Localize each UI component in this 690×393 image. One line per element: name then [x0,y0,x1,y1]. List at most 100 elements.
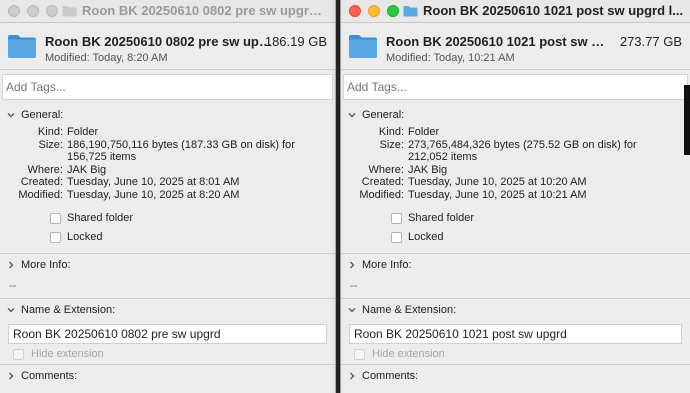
window-controls [349,5,399,17]
tags-input[interactable] [343,74,688,100]
section-title: Name & Extension: [21,304,116,316]
created-label: Created: [361,176,404,188]
close-button[interactable] [8,5,20,17]
section-title: Comments: [362,370,419,382]
section-title: More Info: [21,259,71,271]
chevron-right-icon [9,372,14,380]
locked-label: Locked [408,231,444,243]
info-window-right: Roon BK 20250610 1021 post sw upgrd l...… [340,0,690,393]
created-row: Created: Tuesday, June 10, 2025 at 10:20 … [341,176,690,189]
chevron-down-icon [348,308,356,313]
window-title-text: Roon BK 20250610 0802 pre sw upgrd l... [82,3,329,18]
close-button[interactable] [349,5,361,17]
where-value: JAK Big [67,163,107,176]
titlebar[interactable]: Roon BK 20250610 1021 post sw upgrd l... [341,0,690,23]
section-title: General: [21,109,64,121]
chevron-down-icon [7,308,15,313]
kind-label: Kind: [378,126,404,138]
section-title: More Info: [362,259,412,271]
locked-checkbox-row: Locked [0,228,335,247]
kind-value: Folder [408,126,440,138]
name-extension-section: Name & Extension: Roon BK 20250610 0802 … [0,299,335,364]
chevron-down-icon [7,113,15,118]
modified-label: Modified: [359,188,404,201]
chevron-right-icon [9,261,14,269]
general-section: General: Kind: Folder Size: 186,190,750,11… [0,104,335,253]
name-field[interactable]: Roon BK 20250610 0802 pre sw upgrd [8,324,327,344]
chevron-right-icon [350,261,355,269]
kind-label: Kind: [37,126,63,138]
modified-label: Modified: [18,188,63,201]
more-info-header[interactable]: More Info: [341,254,690,276]
folder-icon [8,35,36,58]
created-value: Tuesday, June 10, 2025 at 10:20 AM [408,176,587,188]
size-items-value: 156,725 items [67,151,137,163]
locked-checkbox[interactable] [50,232,61,243]
hide-extension-label: Hide extension [31,348,104,360]
size-row: Size: 186,190,750,116 bytes (187.33 GB on… [0,139,335,152]
summary-header: Roon BK 20250610 0802 pre sw upg... 186.… [0,23,335,70]
hide-extension-checkbox[interactable] [13,349,24,360]
zoom-button[interactable] [387,5,399,17]
shared-folder-checkbox[interactable] [50,213,61,224]
created-row: Created: Tuesday, June 10, 2025 at 8:01 A… [0,176,335,189]
kind-row: Kind: Folder [341,126,690,139]
size-row-continued: 212,052 items [341,151,690,164]
modified-value: Tuesday, June 10, 2025 at 8:20 AM [67,188,240,201]
created-label: Created: [20,176,63,188]
hide-extension-label: Hide extension [372,348,445,360]
modified-summary: Modified: Today, 8:20 AM [45,52,168,64]
section-title: Comments: [21,370,78,382]
name-extension-section: Name & Extension: Roon BK 20250610 1021 … [341,299,690,364]
name-extension-header[interactable]: Name & Extension: [0,299,335,321]
minimize-button[interactable] [27,5,39,17]
hide-extension-row: Hide extension [341,344,690,364]
name-field[interactable]: Roon BK 20250610 1021 post sw upgrd [349,324,682,344]
where-label: Where: [368,163,404,176]
zoom-button[interactable] [46,5,58,17]
window-controls [8,5,58,17]
name-extension-header[interactable]: Name & Extension: [341,299,690,321]
comments-header[interactable]: Comments: [0,365,335,387]
summary-header: Roon BK 20250610 1021 post sw u... 273.7… [341,23,690,70]
more-info-section: More Info: -- [341,254,690,298]
info-window-left: Roon BK 20250610 0802 pre sw upgrd l... … [0,0,336,393]
kind-value: Folder [67,126,99,138]
window-title: Roon BK 20250610 1021 post sw upgrd l... [403,3,684,18]
shared-folder-checkbox[interactable] [391,213,402,224]
shared-folder-label: Shared folder [67,212,134,224]
where-row: Where: JAK Big [0,164,335,177]
section-title: General: [362,109,405,121]
hide-extension-checkbox[interactable] [354,349,365,360]
where-row: Where: JAK Big [341,164,690,177]
shared-folder-checkbox-row: Shared folder [0,209,335,228]
modified-summary: Modified: Today, 10:21 AM [386,52,515,64]
general-header[interactable]: General: [0,104,335,126]
folder-icon [403,5,418,16]
chevron-down-icon [348,113,356,118]
shared-folder-checkbox-row: Shared folder [341,209,690,228]
general-header[interactable]: General: [341,104,690,126]
size-items-value: 212,052 items [408,151,478,163]
comments-header[interactable]: Comments: [341,365,690,387]
folder-icon [349,35,377,58]
locked-checkbox[interactable] [391,232,402,243]
size-value: 186,190,750,116 bytes (187.33 GB on disk… [67,138,295,151]
kind-row: Kind: Folder [0,126,335,139]
item-name: Roon BK 20250610 1021 post sw u... [386,34,608,49]
item-size: 273.77 GB [619,34,682,49]
modified-value: Tuesday, June 10, 2025 at 10:21 AM [408,188,587,201]
more-info-header[interactable]: More Info: [0,254,335,276]
folder-icon [62,5,77,16]
background-window-edge [684,85,690,155]
tags-input[interactable] [2,74,333,100]
modified-row: Modified: Tuesday, June 10, 2025 at 10:21… [341,189,690,202]
size-row: Size: 273,765,484,326 bytes (275.52 GB on… [341,139,690,152]
locked-checkbox-row: Locked [341,228,690,247]
created-value: Tuesday, June 10, 2025 at 8:01 AM [67,176,240,188]
minimize-button[interactable] [368,5,380,17]
item-size: 186.19 GB [264,34,327,49]
where-label: Where: [27,163,63,176]
general-section: General: Kind: Folder Size: 273,765,484,32… [341,104,690,253]
titlebar[interactable]: Roon BK 20250610 0802 pre sw upgrd l... [0,0,335,23]
